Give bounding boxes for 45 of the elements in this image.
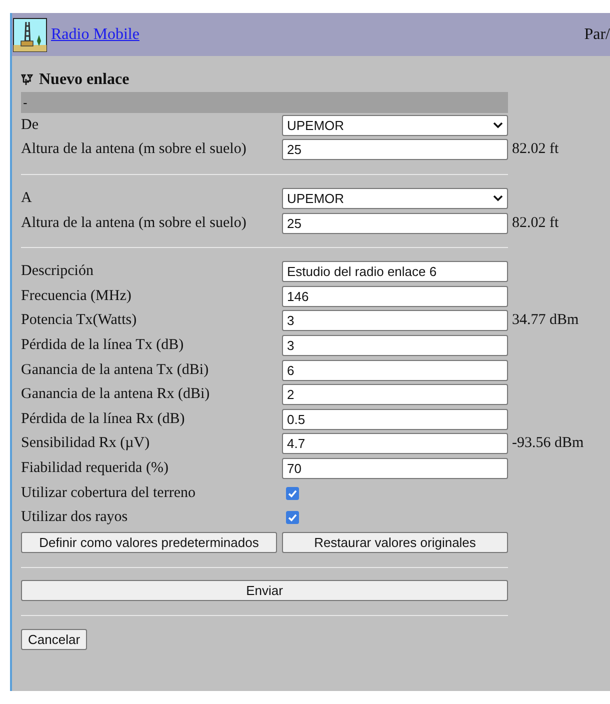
chevron-down-icon — [493, 122, 503, 129]
field-label: Altura de la antena (m sobre el suelo) — [21, 214, 248, 232]
select-field[interactable]: UPEMOR — [282, 114, 508, 136]
field-label: Descripción — [21, 263, 94, 280]
checkbox[interactable] — [286, 511, 299, 524]
action-button[interactable]: Definir como valores predeterminados — [21, 532, 277, 553]
input-field[interactable]: 25 — [282, 139, 508, 160]
input-field[interactable]: 6 — [282, 360, 508, 381]
select-field[interactable]: UPEMOR — [282, 188, 508, 209]
field-label: Potencia Tx(Watts) — [21, 312, 138, 330]
input-field[interactable]: 3 — [282, 310, 508, 332]
input-field[interactable]: Estudio del radio enlace 6 — [282, 261, 508, 282]
field-label: Fiabilidad requerida (%) — [21, 460, 170, 477]
checkbox-label: Utilizar dos rayos — [21, 509, 129, 526]
field-label: Pérdida de la línea Rx (dB) — [21, 410, 186, 428]
input-field[interactable]: 3 — [282, 334, 508, 356]
field-label: Pérdida de la línea Tx (dB) — [21, 336, 185, 354]
banner-bar: - — [21, 92, 508, 113]
input-field[interactable]: 25 — [282, 212, 508, 234]
unit-text: -93.56 dBm — [511, 435, 585, 452]
field-label: De — [21, 116, 40, 134]
header-text: Par/ — [584, 26, 610, 44]
field-label: Ganancia de la antena Rx (dBi) — [21, 386, 211, 404]
field-label: Altura de la antena (m sobre el suelo) — [21, 141, 248, 158]
unit-text: 34.77 dBm — [511, 312, 580, 330]
field-label: Ganancia de la antena Tx (dBi) — [21, 362, 210, 379]
chevron-down-icon — [493, 194, 503, 202]
submit-button[interactable]: Enviar — [21, 580, 508, 602]
input-field[interactable]: 146 — [282, 286, 508, 307]
action-button[interactable]: Restaurar valores originales — [282, 532, 508, 553]
field-label: A — [21, 190, 33, 207]
field-label: Sensibilidad Rx (µV) — [21, 435, 151, 452]
form-title: Nuevo enlace — [39, 71, 130, 89]
field-label: Frecuencia (MHz) — [21, 288, 132, 305]
cancel-button[interactable]: Cancelar — [21, 628, 88, 650]
tower-logo-icon — [13, 18, 47, 52]
antenna-add-icon — [21, 74, 35, 86]
unit-text: 82.02 ft — [511, 214, 560, 232]
checkbox-label: Utilizar cobertura del terreno — [21, 484, 196, 502]
input-field[interactable]: 4.7 — [282, 433, 508, 454]
checkbox[interactable] — [286, 486, 299, 500]
input-field[interactable]: 2 — [282, 384, 508, 406]
input-field[interactable]: 0.5 — [282, 408, 508, 430]
input-field[interactable]: 70 — [282, 458, 508, 479]
unit-text: 82.02 ft — [511, 141, 560, 158]
